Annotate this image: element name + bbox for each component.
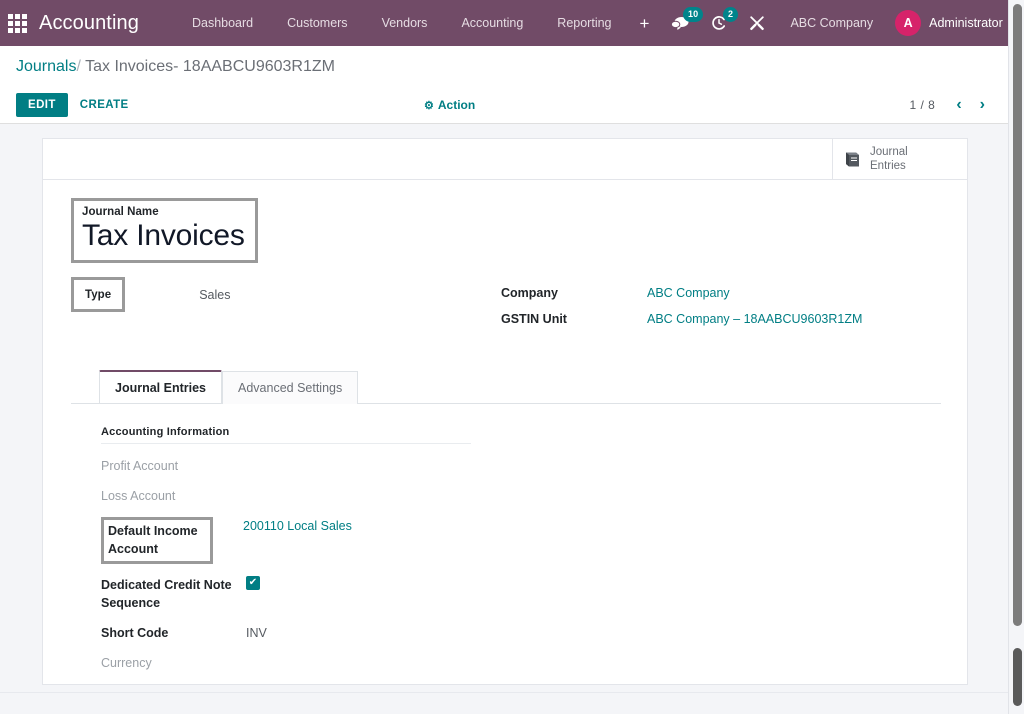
create-button[interactable]: CREATE	[68, 93, 141, 117]
short-code-value[interactable]: INV	[246, 624, 267, 642]
gstin-unit-label: GSTIN Unit	[501, 312, 567, 326]
dedicated-credit-note-sequence-checkbox[interactable]: ✔	[246, 576, 260, 590]
field-default-income-account: Default Income Account 200110 Local Sale…	[101, 517, 915, 564]
field-profit-account: Profit Account	[101, 457, 915, 475]
app-page: Accounting Dashboard Customers Vendors A…	[0, 0, 1024, 714]
plus-icon: +	[639, 13, 650, 33]
currency-label: Currency	[101, 656, 152, 670]
loss-account-label: Loss Account	[101, 489, 176, 503]
field-short-code: Short Code INV	[101, 624, 915, 642]
activities-button[interactable]: 2	[700, 0, 738, 46]
company-switcher[interactable]: ABC Company	[776, 0, 887, 46]
tools-wrench-icon	[750, 16, 765, 30]
smart-button-journal-entries[interactable]: Journal Entries	[832, 139, 967, 179]
default-income-account-value[interactable]: 200110 Local Sales	[243, 517, 352, 535]
breadcrumb-current: Tax Invoices- 18AABCU9603R1ZM	[85, 58, 335, 75]
company-row: Company ABC Company	[501, 285, 921, 302]
breadcrumb-journals[interactable]: Journals	[16, 58, 76, 75]
notebook-tabs: Journal Entries Advanced Settings	[99, 370, 941, 404]
default-income-account-annotation: Default Income Account	[101, 517, 213, 564]
smart-button-label: Journal Entries	[870, 146, 908, 172]
activities-count-badge: 2	[723, 7, 738, 22]
action-label: Action	[437, 98, 476, 112]
company-value[interactable]: ABC Company	[647, 285, 730, 302]
tab-panel-journal-entries: Accounting Information Profit Account Lo…	[71, 404, 941, 672]
section-accounting-information: Accounting Information	[101, 426, 471, 444]
tab-advanced-settings[interactable]: Advanced Settings	[222, 371, 359, 404]
form-sheet: Journal Entries Journal Name Tax Invoice…	[42, 138, 968, 685]
main-column: Accounting Dashboard Customers Vendors A…	[0, 0, 1008, 714]
avatar: A	[895, 10, 922, 36]
user-name: Administrator	[929, 16, 1003, 30]
tab-journal-entries[interactable]: Journal Entries	[99, 370, 222, 403]
scrollbar-thumb-secondary[interactable]	[1013, 648, 1022, 706]
gear-icon: ⚙	[424, 99, 434, 112]
profit-account-label: Profit Account	[101, 459, 179, 473]
action-menu-button[interactable]: ⚙ Action	[424, 98, 475, 112]
nav-item-vendors[interactable]: Vendors	[365, 0, 445, 46]
vertical-scrollbar[interactable]	[1008, 0, 1024, 714]
nav-menu: Dashboard Customers Vendors Accounting R…	[175, 0, 629, 46]
chevron-left-icon[interactable]: ‹	[949, 95, 968, 115]
smart-button-bar: Journal Entries	[43, 139, 967, 180]
dedicated-credit-note-sequence-label: Dedicated Credit Note Sequence	[101, 578, 232, 610]
control-panel-buttons: EDIT CREATE ⚙ Action 1 / 8 ‹ ›	[16, 87, 992, 123]
type-row: Type Sales	[71, 277, 501, 312]
short-code-label: Short Code	[101, 626, 169, 640]
breadcrumb-separator: /	[76, 58, 81, 75]
messages-button[interactable]: 10	[660, 0, 703, 46]
user-menu[interactable]: A Administrator	[887, 0, 1015, 46]
field-currency: Currency	[101, 654, 915, 672]
form-body: Journal Name Tax Invoices Type Sales Com…	[43, 180, 967, 672]
form-column-right: Company ABC Company GSTIN Unit ABC Compa…	[501, 277, 921, 337]
breadcrumb: Journals/ Tax Invoices- 18AABCU9603R1ZM	[16, 57, 992, 77]
scrollbar-thumb-main[interactable]	[1013, 4, 1022, 626]
book-icon	[846, 152, 859, 166]
top-navbar: Accounting Dashboard Customers Vendors A…	[0, 0, 1008, 46]
developer-tools-button[interactable]	[738, 0, 776, 46]
app-brand-accounting[interactable]: Accounting	[31, 12, 147, 35]
type-value[interactable]: Sales	[199, 288, 230, 302]
nav-item-dashboard[interactable]: Dashboard	[175, 0, 270, 46]
type-label: Type	[85, 289, 112, 301]
journal-name-value[interactable]: Tax Invoices	[82, 218, 245, 254]
nav-item-customers[interactable]: Customers	[270, 0, 364, 46]
content-area: Journal Entries Journal Name Tax Invoice…	[0, 124, 1008, 692]
chevron-right-icon[interactable]: ›	[973, 95, 992, 115]
journal-name-annotation: Journal Name Tax Invoices	[71, 198, 258, 263]
gstin-unit-value[interactable]: ABC Company – 18AABCU9603R1ZM	[647, 311, 862, 328]
journal-name-label: Journal Name	[82, 206, 159, 218]
pager-count: 1 / 8	[909, 98, 936, 112]
systray: + 10 2 ABC Company A Administrator	[629, 0, 1019, 46]
quick-create-button[interactable]: +	[629, 0, 661, 46]
gstin-unit-row: GSTIN Unit ABC Company – 18AABCU9603R1ZM	[501, 311, 921, 328]
field-loss-account: Loss Account	[101, 487, 915, 505]
nav-item-accounting[interactable]: Accounting	[444, 0, 540, 46]
default-income-account-label: Default Income Account	[108, 524, 198, 556]
pager: 1 / 8 ‹ ›	[909, 95, 992, 115]
type-label-annotation: Type	[71, 277, 126, 312]
nav-item-reporting[interactable]: Reporting	[540, 0, 628, 46]
edit-button[interactable]: EDIT	[16, 93, 68, 117]
form-column-left: Type Sales	[71, 277, 501, 337]
form-columns: Type Sales Company ABC Company GSTIN Uni…	[71, 277, 941, 337]
company-label: Company	[501, 286, 558, 300]
control-panel: Journals/ Tax Invoices- 18AABCU9603R1ZM …	[0, 46, 1008, 124]
bottom-strip	[0, 692, 1008, 714]
apps-grid-icon[interactable]	[8, 10, 27, 36]
field-dedicated-credit-note-sequence: Dedicated Credit Note Sequence ✔	[101, 576, 915, 612]
